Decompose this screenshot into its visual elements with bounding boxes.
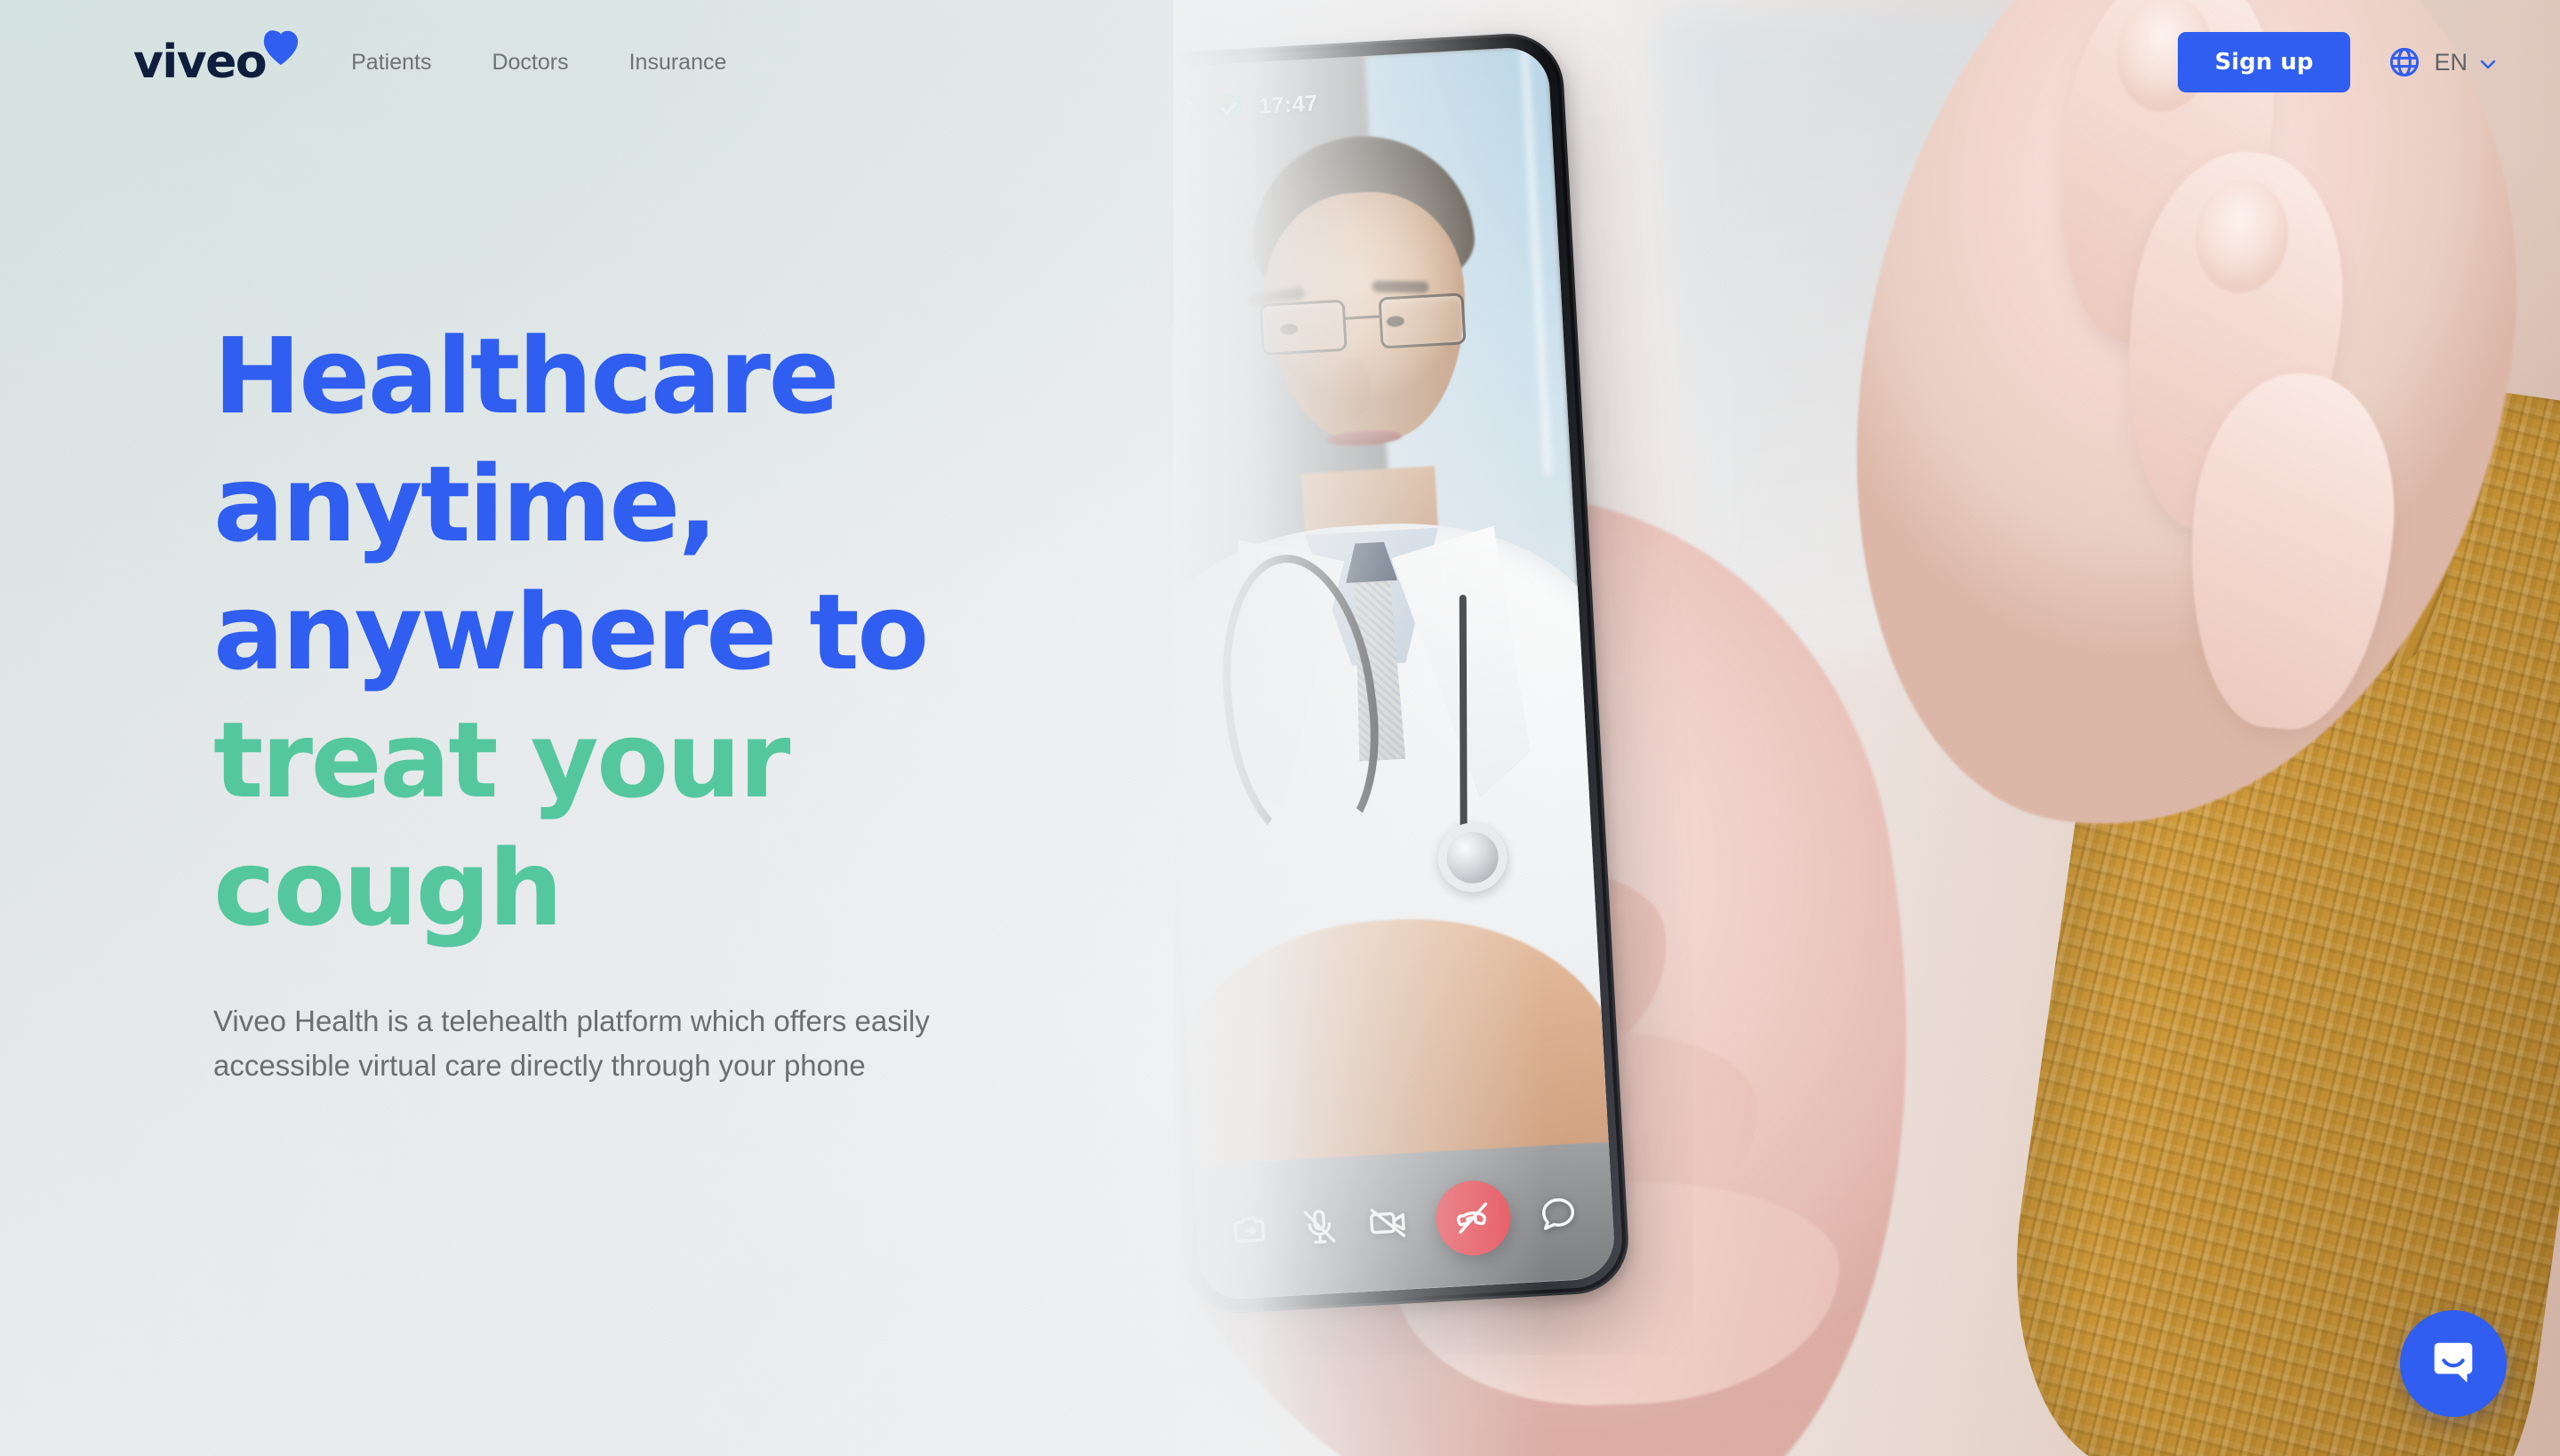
hero-subtitle: Viveo Health is a telehealth platform wh… [213, 1004, 930, 1082]
photo-edge-fade [1173, 0, 1547, 1456]
nav-link-insurance[interactable]: Insurance [629, 50, 727, 76]
language-code: EN [2434, 48, 2468, 76]
headline-line-accent: cough [213, 826, 564, 949]
headline-line: Healthcare [213, 315, 840, 437]
page-title: Healthcare anytime, anywhere to treat yo… [213, 313, 1111, 953]
globe-icon [2388, 45, 2421, 79]
headline-line-accent: treat your [213, 698, 790, 821]
headline-line: anytime, [213, 442, 718, 565]
language-selector[interactable]: EN [2388, 45, 2496, 79]
main-navigation: Patients Doctors Insurance [351, 50, 726, 76]
hero-section: 17:47 [0, 0, 2560, 1456]
hero-photo: 17:47 [1173, 0, 2560, 1456]
nav-link-patients[interactable]: Patients [351, 50, 431, 76]
brand-name: viveo [133, 36, 268, 89]
hero-copy: Healthcare anytime, anywhere to treat yo… [213, 313, 1111, 1088]
sign-up-button[interactable]: Sign up [2177, 32, 2351, 92]
header-actions: Sign up EN [2177, 32, 2496, 92]
headline-line: anywhere to [213, 570, 929, 693]
intercom-chat-icon[interactable] [2400, 1310, 2507, 1417]
heart-icon [260, 27, 301, 66]
nav-link-doctors[interactable]: Doctors [492, 50, 568, 76]
chevron-down-icon [2480, 58, 2496, 68]
site-header: viveo Patients Doctors Insurance Sign up [0, 0, 2560, 124]
brand-logo[interactable]: viveo [133, 30, 301, 89]
